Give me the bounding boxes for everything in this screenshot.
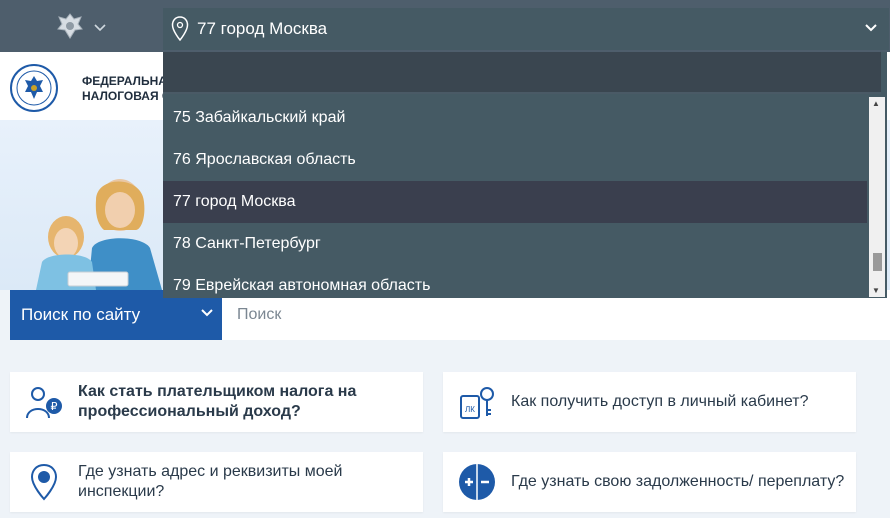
region-filter-input[interactable]: [163, 52, 881, 94]
region-option[interactable]: 78 Санкт-Петербург: [163, 223, 867, 265]
org-title[interactable]: ФЕДЕРАЛЬНА НАЛОГОВАЯ С: [82, 74, 171, 104]
card-debt-overpayment[interactable]: Где узнать свою задолженность/ переплату…: [443, 452, 856, 512]
location-pin-icon: [171, 16, 189, 42]
region-select[interactable]: 77 город Москва: [163, 8, 889, 50]
card-text: Как стать плательщиком налога на професс…: [78, 383, 357, 420]
top-bar: 77 город Москва: [0, 0, 890, 52]
card-inspection-address[interactable]: Где узнать адрес и реквизиты моей инспек…: [10, 452, 423, 512]
emblem-menu-button[interactable]: [55, 12, 125, 44]
search-scope-label: Поиск по сайту: [21, 305, 141, 324]
scroll-up-arrow-icon[interactable]: ▲: [872, 99, 880, 108]
region-option[interactable]: 76 Ярославская область: [163, 139, 867, 181]
scrollbar-thumb[interactable]: [873, 253, 882, 271]
card-text: Где узнать свою задолженность/ переплату…: [511, 473, 845, 490]
card-text: Как получить доступ в личный кабинет?: [511, 393, 809, 410]
dropdown-scrollbar[interactable]: ▲ ▼: [869, 97, 885, 297]
chevron-down-icon: [200, 305, 214, 325]
chevron-down-icon: [863, 20, 879, 41]
chevron-down-icon: [93, 20, 107, 36]
coat-of-arms-icon: [55, 11, 85, 46]
region-option[interactable]: 75 Забайкальский край: [163, 97, 867, 139]
fns-logo-icon[interactable]: [10, 64, 58, 112]
region-dropdown: 75 Забайкальский край 76 Ярославская обл…: [163, 52, 887, 298]
region-option[interactable]: 79 Еврейская автономная область: [163, 265, 867, 298]
self-employed-icon: ₽: [24, 382, 64, 422]
location-pin-icon: [24, 462, 64, 502]
region-options-list: 75 Забайкальский край 76 Ярославская обл…: [163, 97, 867, 298]
region-select-value: 77 город Москва: [197, 19, 328, 38]
region-option-selected[interactable]: 77 город Москва: [163, 181, 867, 223]
svg-text:ЛК: ЛК: [465, 405, 475, 414]
lk-keys-icon: ЛК: [457, 382, 497, 422]
card-lk-access[interactable]: ЛК Как получить доступ в личный кабинет?: [443, 372, 856, 432]
plus-minus-icon: [457, 462, 497, 502]
card-text: Где узнать адрес и реквизиты моей инспек…: [78, 463, 343, 500]
card-self-employed[interactable]: ₽ Как стать плательщиком налога на профе…: [10, 372, 423, 432]
svg-text:₽: ₽: [51, 401, 58, 413]
scroll-down-arrow-icon[interactable]: ▼: [872, 286, 880, 295]
